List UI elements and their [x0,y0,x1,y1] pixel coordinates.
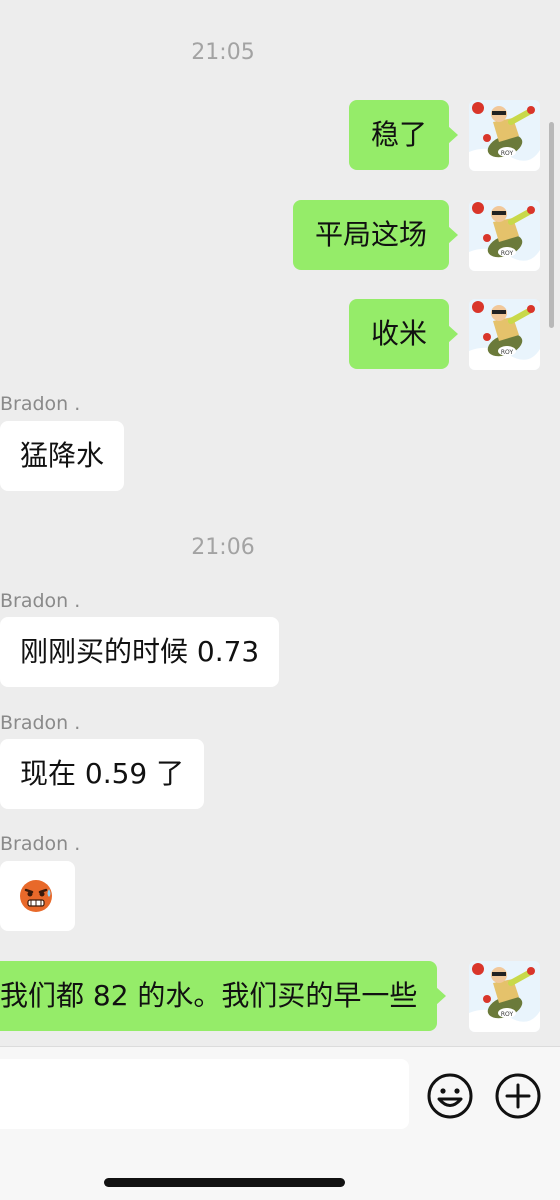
timestamp: 21:06 [191,535,255,560]
sender-name: Bradon . [0,393,81,415]
input-bar [0,1046,560,1200]
avatar-badge: ROY [501,349,514,356]
avatar-badge: ROY [501,250,514,257]
chat-screen: 21:05 稳了 ROY 平局这场 ROY 收米 ROY Bradon . 猛降… [0,0,560,1200]
avatar-badge: ROY [501,150,514,157]
timestamp: 21:05 [191,40,255,65]
avatar-image: ROY [469,100,540,171]
more-button[interactable] [494,1072,542,1120]
sender-name: Bradon . [0,590,81,612]
emoji-button[interactable] [426,1072,474,1120]
avatar-image: ROY [469,200,540,271]
avatar[interactable]: ROY [469,961,540,1032]
avatar[interactable]: ROY [469,100,540,171]
received-message-bubble[interactable]: 刚刚买的时候 0.73 [0,617,280,687]
scrollbar[interactable] [549,122,554,328]
avatar-image: ROY [469,961,540,1032]
sent-message-bubble[interactable]: 稳了 [348,100,459,170]
received-message-bubble[interactable] [0,861,75,931]
sent-message-bubble[interactable]: 平局这场 [292,200,459,270]
home-indicator[interactable] [104,1178,345,1187]
sent-message-bubble[interactable]: 收米 [348,299,459,369]
smiley-face-icon [427,1073,473,1119]
plus-circle-icon [495,1073,541,1119]
sent-message-bubble[interactable]: 我们都 82 的水。我们买的早一些 [0,961,447,1031]
avatar-badge: ROY [501,1011,514,1018]
avatar[interactable]: ROY [469,200,540,271]
received-message-bubble[interactable]: 猛降水 [0,421,125,491]
message-input[interactable] [0,1059,409,1129]
grimacing-face-sticker-icon [20,880,52,912]
sender-name: Bradon . [0,712,81,734]
avatar-image: ROY [469,299,540,370]
avatar[interactable]: ROY [469,299,540,370]
sender-name: Bradon . [0,833,81,855]
received-message-bubble[interactable]: 现在 0.59 了 [0,739,205,809]
